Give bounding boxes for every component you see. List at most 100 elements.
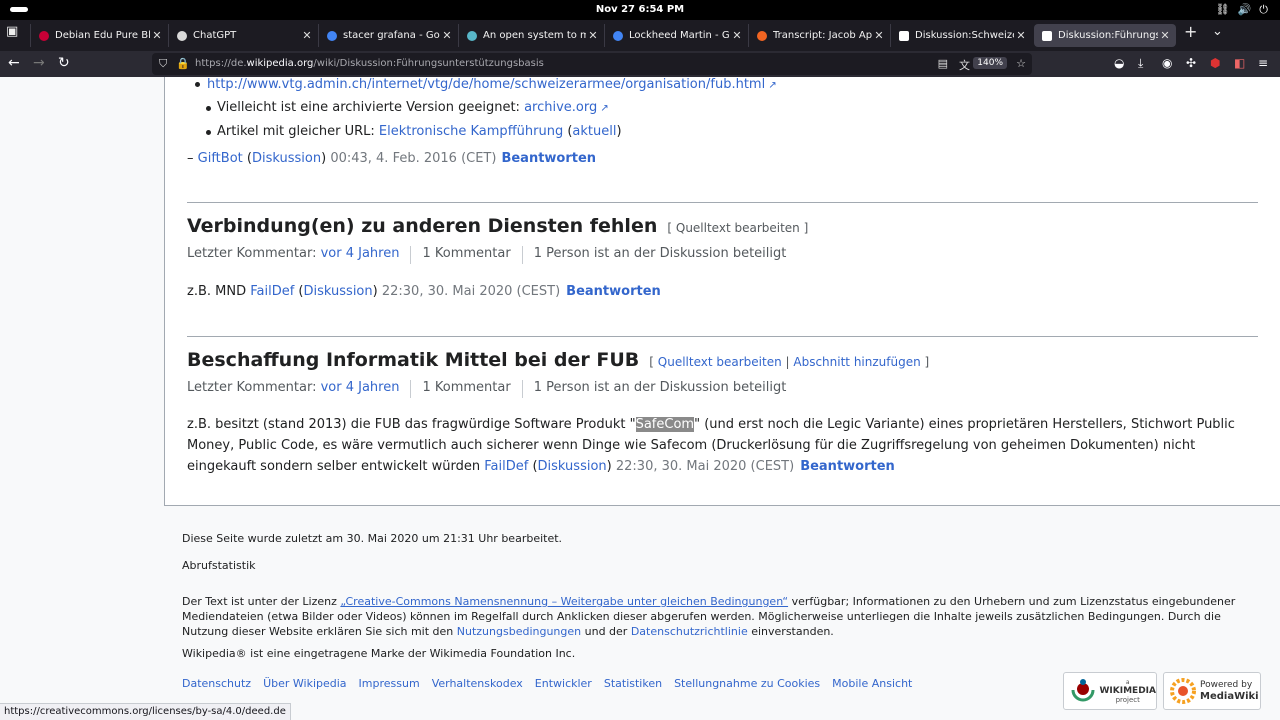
- browser-tab[interactable]: An open system to mana ✕: [458, 24, 604, 47]
- volume-icon[interactable]: 🔊: [1238, 3, 1252, 17]
- sig-dash: –: [187, 151, 198, 166]
- forward-icon[interactable]: →: [33, 55, 45, 71]
- terms-link[interactable]: Nutzungsbedingungen: [457, 625, 581, 638]
- tab-close-icon[interactable]: ✕: [872, 29, 886, 42]
- bullet: [206, 106, 211, 111]
- reply-button[interactable]: Beantworten: [800, 459, 895, 474]
- timestamp: 00:43, 4. Feb. 2016 (CET): [330, 151, 497, 166]
- last-comment-link[interactable]: vor 4 Jahren: [321, 380, 400, 395]
- menu-icon[interactable]: ≡: [1258, 56, 1268, 70]
- footer-link-developers[interactable]: Entwickler: [535, 677, 592, 690]
- bookmark-star-icon[interactable]: ☆: [1016, 57, 1026, 70]
- list-item: Vielleicht ist eine archivierte Version …: [206, 100, 609, 115]
- section-divider: [187, 202, 1258, 203]
- addon-icon[interactable]: ◧: [1234, 56, 1245, 70]
- section-title: Verbindung(en) zu anderen Diensten fehle…: [187, 215, 658, 237]
- browser-tab[interactable]: Lockheed Martin - Goog ✕: [604, 24, 748, 47]
- address-url[interactable]: https://de.wikipedia.org/wiki/Diskussion…: [195, 58, 544, 69]
- license-link[interactable]: „Creative-Commons Namensnennung – Weiter…: [340, 595, 788, 608]
- external-link[interactable]: http://www.vtg.admin.ch/internet/vtg/de/…: [207, 77, 777, 92]
- edit-source-link[interactable]: Quelltext bearbeiten: [658, 355, 782, 369]
- user-link[interactable]: FailDef: [250, 284, 294, 299]
- tab-title: Diskussion:Führungsunt: [1058, 30, 1158, 41]
- edit-section-link[interactable]: [ Quelltext bearbeiten ]: [667, 221, 808, 235]
- tab-close-icon[interactable]: ✕: [1014, 29, 1028, 42]
- browser-tab-active[interactable]: Diskussion:Führungsunt ✕: [1034, 24, 1176, 47]
- user-link[interactable]: GiftBot: [198, 151, 243, 166]
- tab-title: Diskussion:Schweizer N: [915, 30, 1014, 41]
- extensions-icon[interactable]: ✣: [1186, 56, 1196, 70]
- paren-open: (: [294, 284, 304, 299]
- reply-button[interactable]: Beantworten: [566, 284, 661, 299]
- list-tabs-icon[interactable]: ⌄: [1212, 24, 1223, 39]
- paren-close: ): [321, 151, 331, 166]
- wikimedia-badge[interactable]: a WIKIMEDIA project: [1063, 672, 1157, 710]
- text-selection[interactable]: SafeCom: [635, 417, 695, 432]
- current-link[interactable]: aktuell: [572, 124, 616, 139]
- meta-separator: [521, 380, 523, 398]
- tab-favicon-icon: [613, 30, 623, 41]
- participant-count: 1 Person ist an der Diskussion beteiligt: [533, 380, 787, 395]
- reply-button[interactable]: Beantworten: [501, 151, 596, 166]
- account-icon[interactable]: ◉: [1162, 56, 1172, 70]
- mediawiki-badge[interactable]: Powered by MediaWiki: [1163, 672, 1261, 710]
- reload-icon[interactable]: ↻: [58, 55, 70, 71]
- footer-link-code-of-conduct[interactable]: Verhaltenskodex: [432, 677, 523, 690]
- tab-close-icon[interactable]: ✕: [440, 29, 454, 42]
- mediawiki-top: Powered by: [1200, 680, 1253, 690]
- downloads-icon[interactable]: ⤓: [1138, 56, 1143, 71]
- signature: – GiftBot (Diskussion) 00:43, 4. Feb. 20…: [187, 151, 596, 166]
- section-title: Beschaffung Informatik Mittel bei der FU…: [187, 349, 640, 371]
- network-icon[interactable]: ⛓: [1216, 3, 1230, 17]
- privacy-link[interactable]: Datenschutzrichtlinie: [631, 625, 748, 638]
- ublock-icon[interactable]: ⬢: [1210, 56, 1220, 70]
- talk-link[interactable]: Diskussion: [538, 459, 607, 474]
- talk-link[interactable]: Diskussion: [252, 151, 321, 166]
- tab-close-icon[interactable]: ✕: [150, 29, 164, 42]
- archive-link[interactable]: archive.org: [524, 100, 609, 115]
- footer-link-imprint[interactable]: Impressum: [359, 677, 420, 690]
- participant-count: 1 Person ist an der Diskussion beteiligt: [533, 246, 787, 261]
- tracking-protection-icon[interactable]: ⛉: [159, 57, 167, 71]
- system-tray[interactable]: ⛓ 🔊 ⏻: [1216, 3, 1268, 17]
- tab-close-icon[interactable]: ✕: [730, 29, 744, 42]
- system-clock[interactable]: Nov 27 6:54 PM: [0, 4, 1280, 15]
- browser-tab[interactable]: ChatGPT ✕: [168, 24, 318, 47]
- footer-link-about[interactable]: Über Wikipedia: [263, 677, 346, 690]
- footer-link-statistics[interactable]: Statistiken: [604, 677, 662, 690]
- footer-link-cookies[interactable]: Stellungnahme zu Cookies: [674, 677, 820, 690]
- paren-close: ): [372, 284, 382, 299]
- reader-view-icon[interactable]: ▤: [938, 57, 948, 70]
- paren-close: ): [616, 124, 622, 139]
- power-icon[interactable]: ⏻: [1259, 3, 1268, 17]
- pipe-separator: |: [781, 355, 794, 369]
- add-section-link[interactable]: Abschnitt hinzufügen: [793, 355, 920, 369]
- zoom-level-button[interactable]: 140%: [973, 57, 1007, 69]
- article-link[interactable]: Elektronische Kampfführung: [379, 124, 563, 139]
- back-icon[interactable]: ←: [8, 55, 20, 71]
- meta-label: Letzter Kommentar:: [187, 246, 321, 261]
- tab-title: Debian Edu Pure Blend: [55, 30, 150, 41]
- footer-link-mobile[interactable]: Mobile Ansicht: [832, 677, 912, 690]
- new-tab-icon[interactable]: +: [1184, 22, 1197, 41]
- page-stats-link[interactable]: Abrufstatistik: [182, 559, 256, 572]
- tab-close-icon[interactable]: ✕: [586, 29, 600, 42]
- tab-close-icon[interactable]: ✕: [1158, 29, 1172, 42]
- talk-link[interactable]: Diskussion: [304, 284, 373, 299]
- browser-tab[interactable]: Transcript: Jacob Appel ✕: [748, 24, 890, 47]
- browser-tab[interactable]: Debian Edu Pure Blend ✕: [30, 24, 168, 47]
- footer-link-privacy[interactable]: Datenschutz: [182, 677, 251, 690]
- user-link[interactable]: FailDef: [484, 459, 528, 474]
- browser-tab[interactable]: Diskussion:Schweizer N ✕: [890, 24, 1032, 47]
- lock-icon[interactable]: 🔒: [176, 57, 190, 70]
- browser-tab[interactable]: stacer grafana - Google ✕: [318, 24, 458, 47]
- list-item: http://www.vtg.admin.ch/internet/vtg/de/…: [195, 77, 777, 92]
- tab-overview-icon[interactable]: ▣: [6, 24, 18, 39]
- translate-icon[interactable]: 文: [959, 57, 970, 73]
- pocket-icon[interactable]: ◒: [1114, 56, 1124, 70]
- address-bar[interactable]: ⛉ 🔒 https://de.wikipedia.org/wiki/Diskus…: [152, 53, 1032, 75]
- tab-close-icon[interactable]: ✕: [300, 29, 314, 42]
- tab-favicon-icon: [177, 30, 187, 41]
- paren-close: ): [606, 459, 616, 474]
- last-comment-link[interactable]: vor 4 Jahren: [321, 246, 400, 261]
